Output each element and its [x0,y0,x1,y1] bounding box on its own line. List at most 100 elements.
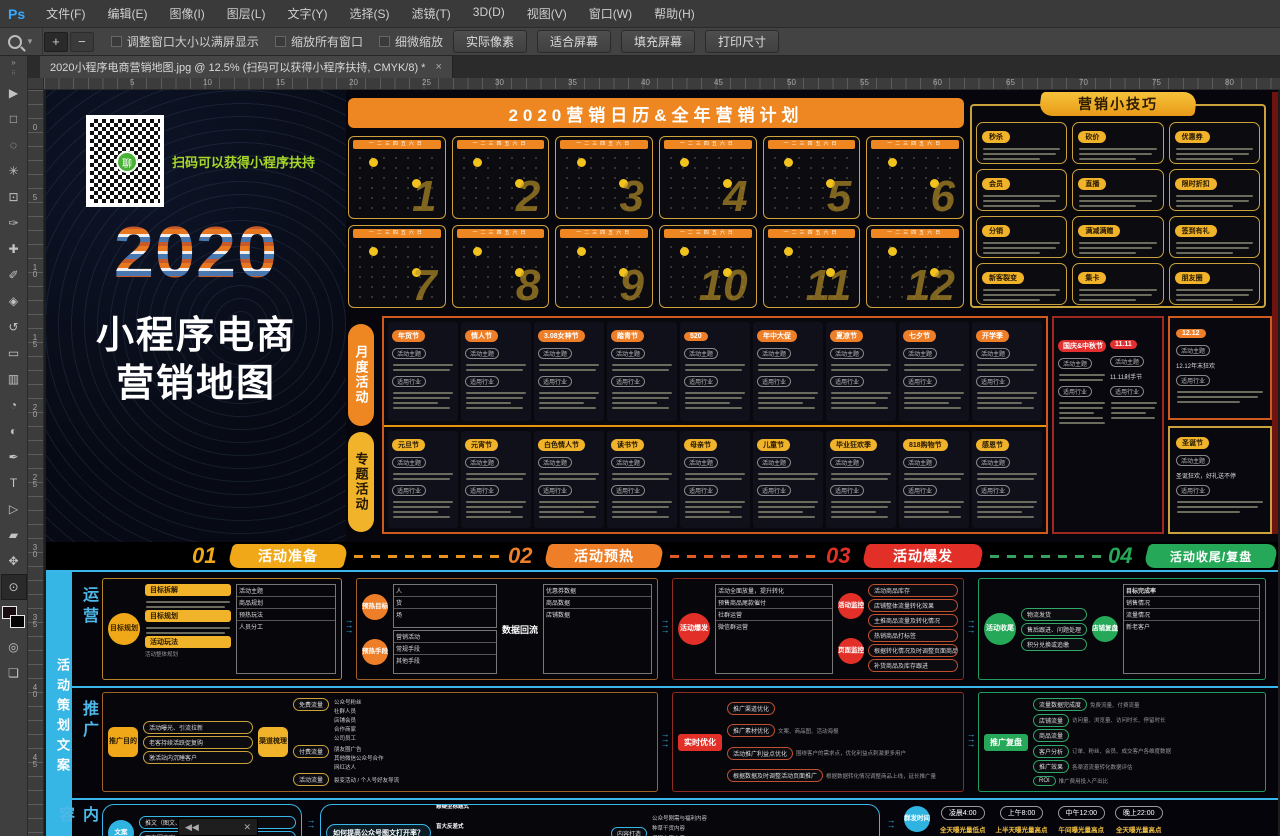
healing-brush-tool[interactable]: ✚ [1,236,27,262]
menu-item[interactable]: 窗口(W) [578,5,643,22]
tip-label: 直播 [1078,178,1106,190]
panel-grip[interactable]: ⠿ [11,70,15,80]
status-mini-panel[interactable]: ◀◀ ✕ [178,818,258,836]
option-checkbox[interactable]: 细微缩放 [379,33,443,50]
zoom-in-mode-button[interactable]: + [44,32,68,52]
screen-mode-tool[interactable]: ❏ [1,660,27,686]
menu-item[interactable]: 帮助(H) [643,5,706,22]
eyedropper-tool[interactable]: ✑ [1,210,27,236]
shape-tool[interactable]: ▰ [1,522,27,548]
options-button[interactable]: 实际像素 [453,30,527,53]
tip-label: 秒杀 [982,131,1010,143]
close-icon[interactable]: ✕ [243,822,251,833]
tip-text-lines [982,242,1061,254]
industry-caption: 适用行业 [1058,386,1092,397]
color-swatches[interactable] [1,604,27,634]
industry-text-lines [684,501,746,518]
hand-tool[interactable]: ✥ [1,548,27,574]
industry-caption: 适用行业 [830,485,864,496]
theme-caption: 活动主题 [903,348,937,359]
document-canvas[interactable]: 聊 扫码可以获得小程序扶持 2020 小程序电商 营销地图 2020营销日历&全… [44,90,1280,836]
tool-icon: ⊡ [8,190,18,204]
clone-stamp-tool[interactable]: ◈ [1,288,27,314]
checkbox-icon [379,36,390,47]
promo-purpose-box: 推广目的 活动曝光、引流拉新 老客持续活跃促复购 激活站内沉睡客户 渠道梳理 免… [102,692,658,792]
data-backflow-label: 数据回流 [502,623,538,636]
month-card: 一二三四五六日 4 [659,136,757,219]
zoom-tool[interactable]: ⊙ [1,574,27,600]
gradient-tool[interactable]: ▥ [1,366,27,392]
menu-item[interactable]: 编辑(E) [96,5,158,22]
activity-title: 七夕节 [903,330,936,342]
send-time-circle: 群发时间 [904,806,930,832]
tip-card: 朋友圈 [1169,263,1260,305]
tip-label: 新客裂变 [982,272,1024,284]
industry-caption: 适用行业 [757,485,791,496]
quick-mask-tool[interactable]: ◎ [1,634,27,660]
tip-card: 优惠券 [1169,122,1260,164]
industry-caption: 适用行业 [976,485,1010,496]
phase-2-number: 02 [508,543,532,569]
options-button[interactable]: 适合屏幕 [537,30,611,53]
option-checkbox[interactable]: 缩放所有窗口 [275,33,363,50]
type-tool[interactable]: T [1,470,27,496]
close-tab-icon[interactable]: × [435,61,441,73]
tip-label: 满减满赠 [1078,225,1120,237]
path-selection-tool[interactable]: ▷ [1,496,27,522]
dodge-tool[interactable]: ◐ [1,418,27,444]
ruler-number: 60 [933,78,942,87]
menu-item[interactable]: 图像(I) [158,5,215,22]
theme-text-lines [830,473,892,480]
special-activity-card: 818购物节 活动主题 适用行业 [899,431,969,528]
theme-text: 圣诞狂欢，好礼送不停 [1176,471,1264,480]
ruler-origin-box[interactable] [28,78,44,90]
marquee-tool[interactable]: □ [1,106,27,132]
menu-item[interactable]: 3D(D) [462,5,516,22]
move-tool[interactable]: ▶ [1,80,27,106]
collapse-panel-icon[interactable]: » [11,56,15,70]
theme-caption: 活动主题 [830,457,864,468]
menu-item[interactable]: 滤镜(T) [400,5,461,22]
eraser-tool[interactable]: ▭ [1,340,27,366]
options-button[interactable]: 填充屏幕 [621,30,695,53]
options-button[interactable]: 打印尺寸 [705,30,779,53]
zoom-out-mode-button[interactable]: − [70,32,94,52]
vertical-ruler[interactable]: 051015202530354045 [28,90,44,836]
blur-tool[interactable]: ◔ [1,392,27,418]
document-tab[interactable]: 2020小程序电商营销地图.jpg @ 12.5% (扫码可以获得小程序扶持, … [40,56,453,78]
checkbox-icon [275,36,286,47]
industry-text-lines [903,392,965,409]
horizontal-ruler[interactable]: 5101520253035404550556065707580 [44,78,1280,90]
document-tab-title: 2020小程序电商营销地图.jpg @ 12.5% (扫码可以获得小程序扶持, … [50,59,425,75]
activity-burst-circle: 活动爆发 [678,613,710,645]
menu-item[interactable]: 视图(V) [516,5,578,22]
option-checkbox[interactable]: 调整窗口大小以满屏显示 [111,33,259,50]
zoom-tool-preset[interactable]: ▼ [0,28,43,55]
marketing-map-poster: 聊 扫码可以获得小程序扶持 2020 小程序电商 营销地图 2020营销日历&全… [46,90,1278,836]
magic-wand-tool[interactable]: ✳ [1,158,27,184]
industry-text-lines [1176,501,1264,513]
tip-text-lines [982,289,1061,301]
lasso-tool[interactable]: ◌ [1,132,27,158]
collapse-icon[interactable]: ◀◀ [185,822,199,833]
brush-tool[interactable]: ✐ [1,262,27,288]
crop-tool[interactable]: ⊡ [1,184,27,210]
phase-4-badge: 活动收尾/复盘 [1143,544,1278,568]
industry-caption: 适用行业 [538,485,572,496]
pen-tool[interactable]: ✒ [1,444,27,470]
tip-label: 签到有礼 [1175,225,1217,237]
menu-item[interactable]: 选择(S) [338,5,400,22]
history-brush-tool[interactable]: ↺ [1,314,27,340]
option-buttons: 实际像素适合屏幕填充屏幕打印尺寸 [443,30,779,53]
tool-icon: ✥ [8,554,18,568]
option-checkboxes: 调整窗口大小以满屏显示 缩放所有窗口 细微缩放 [95,33,443,50]
ruler-number: 35 [568,78,577,87]
menu-item[interactable]: 文件(F) [35,5,96,22]
row-divider [46,686,1278,688]
background-color-swatch[interactable] [10,615,25,628]
menu-item[interactable]: 文字(Y) [276,5,338,22]
theme-caption: 活动主题 [1176,345,1210,356]
menu-item[interactable]: 图层(L) [216,5,277,22]
store-review-circle: 店铺复盘 [1092,616,1118,642]
time-pill: 中午12:00 [1058,806,1106,820]
